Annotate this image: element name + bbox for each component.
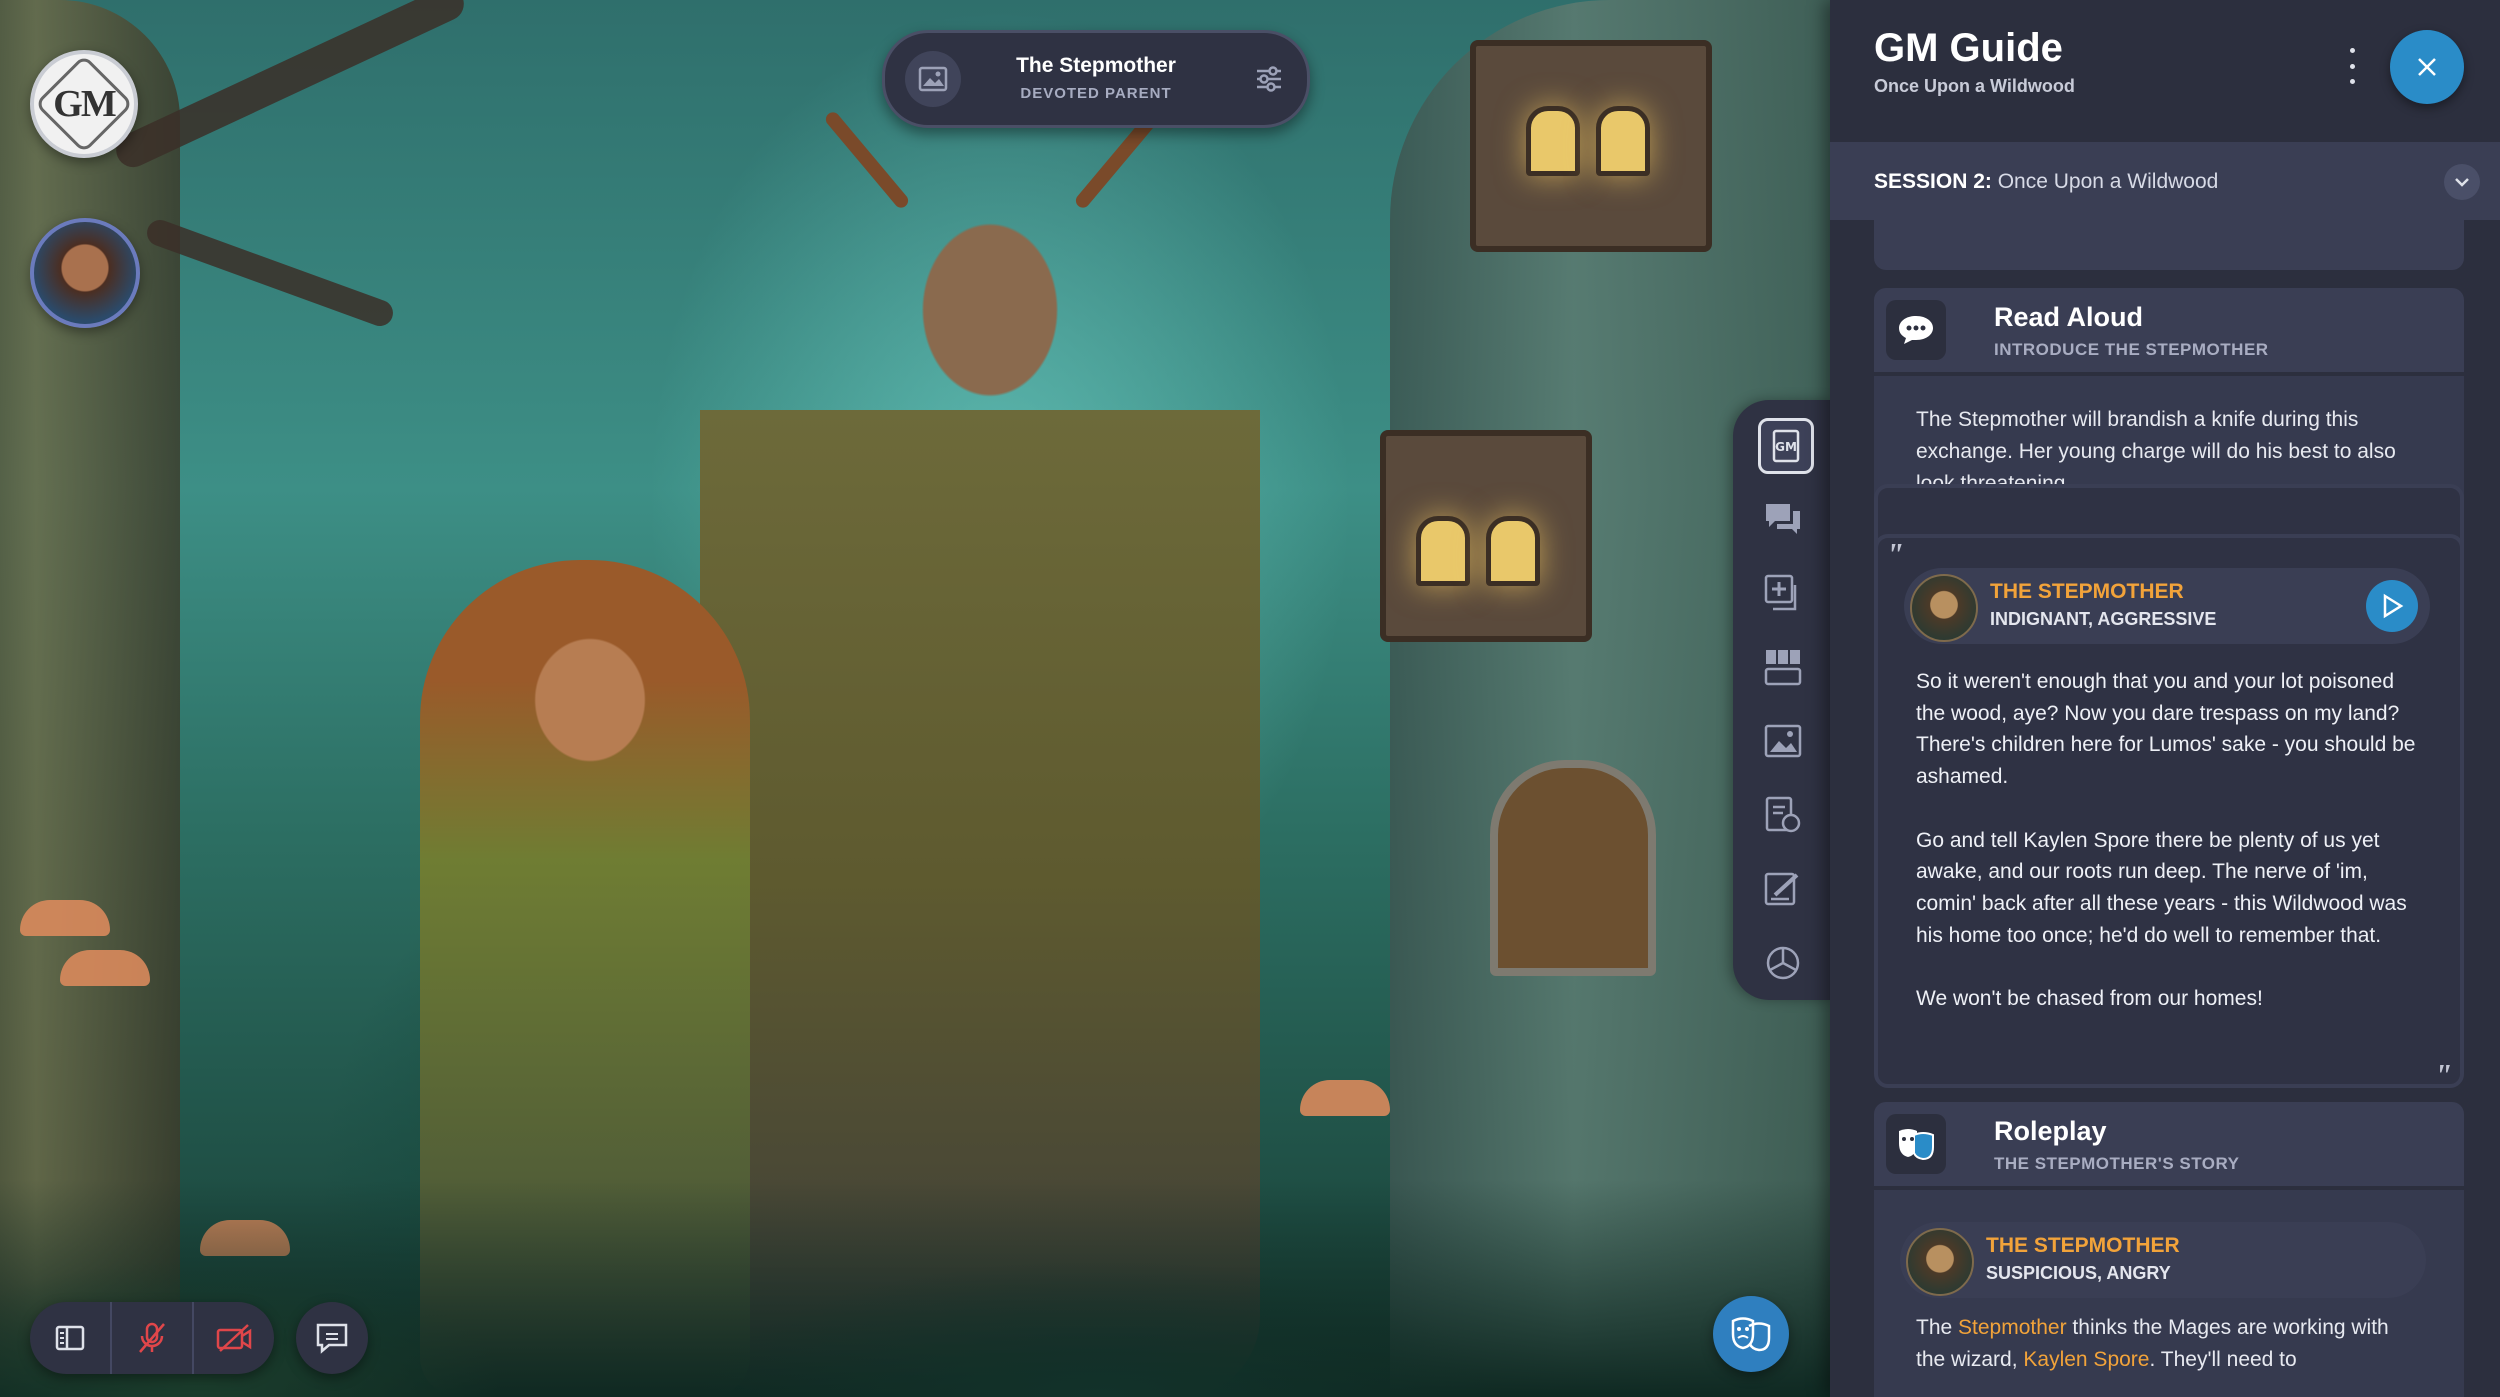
media-controls [30,1302,274,1374]
play-icon [2383,593,2404,619]
stepmother-avatar [1906,1228,1974,1296]
dice-icon[interactable] [1758,938,1808,988]
handouts-icon[interactable] [1758,790,1808,840]
chevron-down-icon[interactable] [2444,164,2480,200]
gm-badge[interactable]: GM [30,50,138,158]
layout-icon[interactable] [30,1302,112,1374]
speaker-chip: THE STEPMOTHER SUSPICIOUS, ANGRY [1900,1222,2426,1298]
mushroom [1300,1080,1390,1116]
theater-masks-button[interactable] [1713,1296,1789,1372]
close-button[interactable] [2390,30,2464,104]
previous-card-end [1874,220,2464,270]
speaker-mood: INDIGNANT, AGGRESSIVE [1990,609,2217,629]
roleplay-header[interactable]: Roleplay THE STEPMOTHER'S STORY [1874,1102,2464,1186]
gm-guide-icon[interactable]: GM [1758,418,1814,474]
speaker-chip: THE STEPMOTHER INDIGNANT, AGGRESSIVE [1904,568,2430,644]
add-media-icon[interactable] [1758,568,1808,618]
quote-paragraph: So it weren't enough that you and your l… [1916,670,2416,789]
scene-character-role: DEVOTED PARENT [1020,85,1172,102]
foliage [0,1180,1835,1397]
scene-background [0,0,1835,1397]
chat-messages-icon[interactable] [1758,494,1808,544]
session-number: SESSION 2: [1874,170,1992,193]
gm-guide-panel: GM Guide Once Upon a Wildwood SESSION 2:… [1830,0,2500,1397]
notes-edit-icon[interactable] [1758,864,1808,914]
session-name: Once Upon a Wildwood [1997,170,2219,193]
scene-pill[interactable]: The Stepmother DEVOTED PARENT [882,30,1310,128]
more-options-icon[interactable] [2340,48,2364,84]
mushroom [20,900,110,936]
chat-icon [316,1323,348,1354]
tool-rail: GM [1733,400,1835,1000]
speaker-name: THE STEPMOTHER [1990,580,2184,603]
speech-bubble-icon [1886,300,1946,360]
panel-header: GM Guide Once Upon a Wildwood [1830,0,2500,140]
svg-text:GM: GM [1775,440,1797,454]
kaylen-spore-link[interactable]: Kaylen Spore [2023,1348,2149,1371]
section-subtitle: INTRODUCE THE STEPMOTHER [1994,340,2269,359]
section-title: Read Aloud [1994,302,2144,332]
theater-masks-icon [1731,1317,1771,1352]
quote-text: So it weren't enough that you and your l… [1916,666,2426,1046]
speaker-name: THE STEPMOTHER [1986,1234,2180,1257]
scene-image-icon[interactable] [1758,716,1808,766]
theater-masks-icon [1886,1114,1946,1174]
hexagon-icon [34,54,134,154]
read-aloud-header[interactable]: Read Aloud INTRODUCE THE STEPMOTHER [1874,288,2464,372]
speaker-mood: SUSPICIOUS, ANGRY [1986,1263,2171,1283]
read-aloud-quote: " " THE STEPMOTHER INDIGNANT, AGGRESSIVE… [1874,534,2464,1093]
play-audio-button[interactable] [2366,580,2418,632]
treehouse [1380,430,1592,642]
close-icon [2418,58,2436,76]
mushroom [60,950,150,986]
stepmother-avatar [1910,574,1978,642]
guide-content[interactable]: Read Aloud INTRODUCE THE STEPMOTHER The … [1874,220,2464,1397]
camera-off-icon[interactable] [194,1302,274,1374]
quote-paragraph: We won't be chased from our homes! [1916,987,2263,1010]
treehouse [1470,40,1712,252]
stepmother-link[interactable]: Stepmother [1958,1316,2067,1339]
roleplay-text: The Stepmother thinks the Mages are work… [1916,1316,2389,1371]
scene-character-name: The Stepmother [1016,54,1176,77]
panel-subtitle: Once Upon a Wildwood [1874,76,2075,96]
section-subtitle: THE STEPMOTHER'S STORY [1994,1154,2240,1173]
sliders-icon[interactable] [1253,63,1285,95]
panel-title: GM Guide [1874,26,2063,70]
tree-branch [143,216,397,330]
section-title: Roleplay [1994,1116,2107,1146]
roleplay-body: THE STEPMOTHER SUSPICIOUS, ANGRY The Ste… [1874,1190,2464,1397]
tree-door [1490,760,1656,976]
character-grid-icon[interactable] [1758,642,1808,692]
open-quote-icon: " [1886,536,1904,572]
close-quote-icon: " [2434,1057,2452,1093]
session-selector[interactable]: SESSION 2: Once Upon a Wildwood [1830,142,2500,220]
quote-paragraph: Go and tell Kaylen Spore there be plenty… [1916,828,2407,947]
chat-button[interactable] [296,1302,368,1374]
player-avatar[interactable] [30,218,140,328]
mic-off-icon[interactable] [112,1302,194,1374]
